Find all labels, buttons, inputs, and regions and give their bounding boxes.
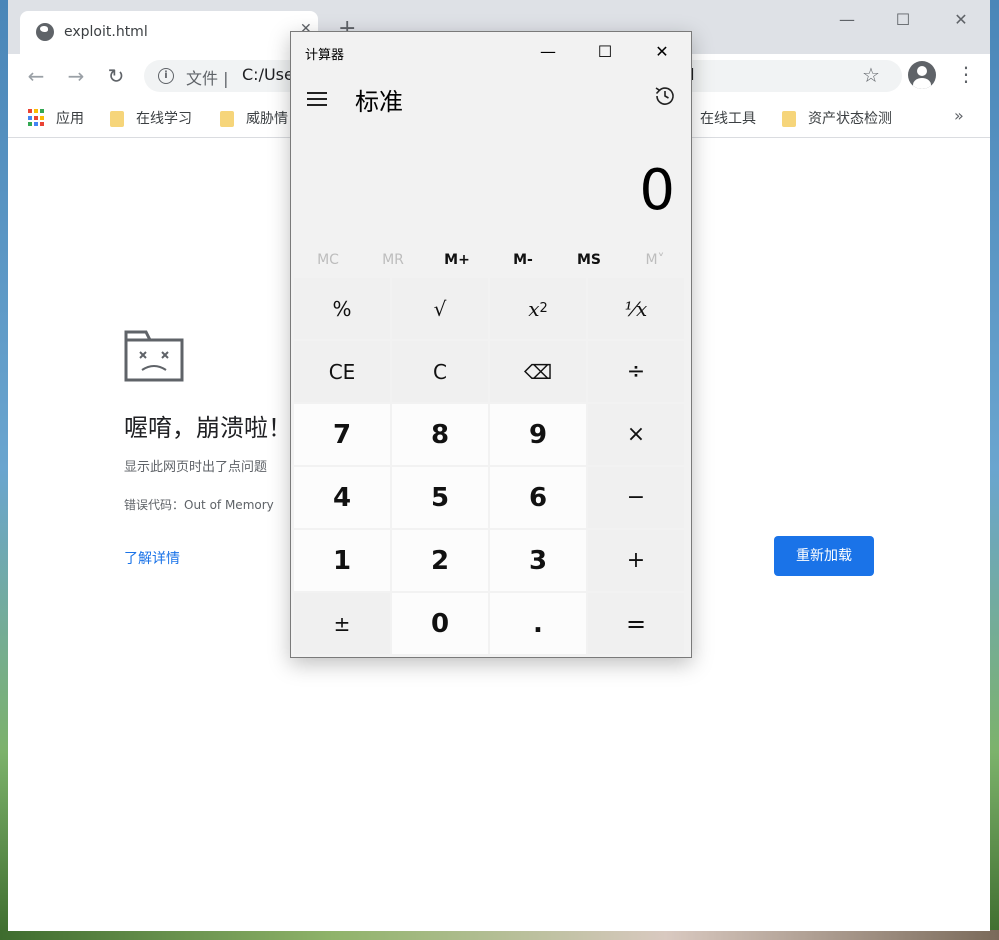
percent-button[interactable]: % xyxy=(294,278,390,339)
bookmark-online-learning[interactable]: 在线学习 xyxy=(110,108,192,128)
backspace-button[interactable]: ⌫ xyxy=(490,341,586,402)
back-button[interactable]: ← xyxy=(22,62,50,90)
crash-title: 喔唷，崩溃啦！ xyxy=(124,414,292,442)
error-code: 错误代码：Out of Memory xyxy=(124,498,274,512)
digit-0-button[interactable]: 0 xyxy=(392,593,488,654)
plus-button[interactable]: + xyxy=(588,530,684,591)
folder-icon xyxy=(110,111,124,127)
bookmark-star-icon[interactable]: ☆ xyxy=(862,63,880,87)
calculator-title: 计算器 xyxy=(305,48,345,63)
desktop-wallpaper-bottom xyxy=(0,930,999,940)
digit-8-button[interactable]: 8 xyxy=(392,404,488,465)
keypad: % √ x2 ⅟x CE C ⌫ ÷ 7 8 9 × 4 5 6 − 1 2 3… xyxy=(294,278,690,654)
tab-exploit[interactable]: exploit.html ✕ xyxy=(20,11,318,54)
calculator-display: 0 xyxy=(639,158,675,223)
sqrt-button[interactable]: √ xyxy=(392,278,488,339)
square-button[interactable]: x2 xyxy=(490,278,586,339)
hamburger-menu-icon[interactable] xyxy=(307,92,327,106)
maximize-button[interactable]: ☐ xyxy=(888,8,918,32)
equals-button[interactable]: = xyxy=(588,593,684,654)
memory-recall-button[interactable]: MR xyxy=(360,246,426,274)
digit-2-button[interactable]: 2 xyxy=(392,530,488,591)
minimize-button[interactable]: — xyxy=(832,8,862,32)
calculator-window: 计算器 — ☐ ✕ 标准 0 MC MR M+ M- MS M˅ % √ x2 … xyxy=(290,31,692,658)
crash-description: 显示此网页时出了点问题 xyxy=(124,460,268,475)
digit-1-button[interactable]: 1 xyxy=(294,530,390,591)
bookmark-online-tools[interactable]: 在线工具 xyxy=(700,108,756,128)
calc-minimize-button[interactable]: — xyxy=(533,40,563,64)
tab-title: exploit.html xyxy=(64,24,148,40)
info-icon[interactable]: i xyxy=(158,68,174,84)
memory-subtract-button[interactable]: M- xyxy=(490,246,556,274)
menu-dots-icon[interactable]: ⋮ xyxy=(956,62,976,86)
profile-avatar[interactable] xyxy=(908,61,936,89)
digit-5-button[interactable]: 5 xyxy=(392,467,488,528)
globe-icon xyxy=(36,23,54,41)
digit-4-button[interactable]: 4 xyxy=(294,467,390,528)
memory-list-button[interactable]: M˅ xyxy=(622,246,688,274)
memory-row: MC MR M+ M- MS M˅ xyxy=(291,246,691,274)
calc-close-button[interactable]: ✕ xyxy=(647,40,677,64)
multiply-button[interactable]: × xyxy=(588,404,684,465)
decimal-button[interactable]: . xyxy=(490,593,586,654)
folder-icon xyxy=(220,111,234,127)
divide-button[interactable]: ÷ xyxy=(588,341,684,402)
desktop-wallpaper-right xyxy=(989,0,999,940)
learn-more-link[interactable]: 了解详情 xyxy=(124,548,180,568)
calculator-mode: 标准 xyxy=(355,88,403,116)
memory-add-button[interactable]: M+ xyxy=(424,246,490,274)
history-icon[interactable] xyxy=(653,84,677,108)
reload-page-button[interactable]: 重新加载 xyxy=(774,536,874,576)
clear-entry-button[interactable]: CE xyxy=(294,341,390,402)
digit-6-button[interactable]: 6 xyxy=(490,467,586,528)
reciprocal-button[interactable]: ⅟x xyxy=(588,278,684,339)
url-scheme: 文件 | xyxy=(186,69,229,88)
close-button[interactable]: ✕ xyxy=(946,8,976,32)
memory-clear-button[interactable]: MC xyxy=(295,246,361,274)
apps-grid-icon[interactable] xyxy=(28,109,46,127)
bookmark-apps[interactable]: 应用 xyxy=(56,108,84,128)
minus-button[interactable]: − xyxy=(588,467,684,528)
sad-tab-icon xyxy=(124,330,184,382)
calc-maximize-button[interactable]: ☐ xyxy=(590,40,620,64)
bookmark-threat-intel[interactable]: 威胁情 xyxy=(220,108,288,128)
memory-store-button[interactable]: MS xyxy=(556,246,622,274)
digit-3-button[interactable]: 3 xyxy=(490,530,586,591)
bookmark-asset-status[interactable]: 资产状态检测 xyxy=(782,108,892,128)
digit-7-button[interactable]: 7 xyxy=(294,404,390,465)
folder-icon xyxy=(782,111,796,127)
bookmarks-overflow-icon[interactable]: » xyxy=(954,106,964,125)
reload-button[interactable]: ↻ xyxy=(102,62,130,90)
forward-button[interactable]: → xyxy=(62,62,90,90)
clear-button[interactable]: C xyxy=(392,341,488,402)
negate-button[interactable]: ± xyxy=(294,593,390,654)
digit-9-button[interactable]: 9 xyxy=(490,404,586,465)
url-text: C:/Use xyxy=(242,65,294,84)
